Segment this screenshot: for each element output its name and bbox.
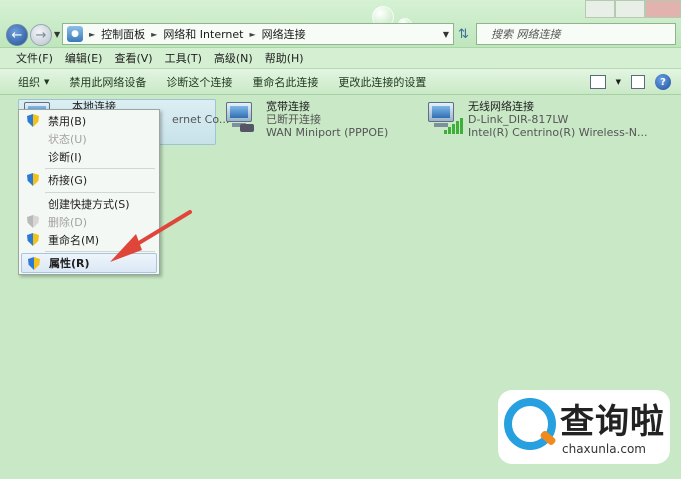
wireless-adapter-icon xyxy=(424,100,463,134)
breadcrumb-network-internet[interactable]: 网络和 Internet xyxy=(163,26,243,42)
uac-shield-icon xyxy=(28,257,40,270)
connection-name: 宽带连接 xyxy=(266,100,310,113)
forward-button[interactable]: → xyxy=(30,24,52,46)
address-row: ← → ▼ ● ► 控制面板 ► 网络和 Internet ► 网络连接 ▼ ⇅… xyxy=(0,0,681,48)
chevron-right-icon[interactable]: ► xyxy=(89,30,95,39)
breadcrumb-control-panel[interactable]: 控制面板 xyxy=(101,26,145,42)
close-window-button[interactable] xyxy=(645,0,681,18)
uac-shield-icon xyxy=(27,233,39,246)
ctx-bridge-label: 桥接(G) xyxy=(48,174,88,187)
menu-separator xyxy=(45,251,155,252)
connection-device: Intel(R) Centrino(R) Wireless-N... xyxy=(468,126,648,139)
command-bar: 组织 ▼ 禁用此网络设备 诊断这个连接 重命名此连接 更改此连接的设置 ▼ ? xyxy=(0,68,681,95)
chevron-down-icon[interactable]: ▼ xyxy=(616,78,621,86)
connection-device: WAN Miniport (PPPOE) xyxy=(266,126,389,139)
menu-view[interactable]: 查看(V) xyxy=(108,50,158,66)
ctx-properties-label: 属性(R) xyxy=(49,257,90,270)
connection-name: 无线网络连接 xyxy=(468,100,534,113)
control-panel-icon: ● xyxy=(67,26,83,42)
connection-status: D-Link_DIR-817LW xyxy=(468,113,569,126)
uac-shield-icon xyxy=(27,173,39,186)
chevron-down-icon: ▼ xyxy=(44,77,50,86)
ctx-rename[interactable]: 重命名(M) xyxy=(21,230,157,250)
ctx-diagnose[interactable]: 诊断(I) xyxy=(21,147,157,167)
ctx-status-label: 状态(U) xyxy=(48,133,87,146)
ctx-properties[interactable]: 属性(R) xyxy=(21,253,157,273)
menu-tools[interactable]: 工具(T) xyxy=(159,50,208,66)
diagnose-connection-button[interactable]: 诊断这个连接 xyxy=(158,74,244,90)
address-dropdown[interactable]: ▼ xyxy=(438,23,454,45)
organize-label: 组织 xyxy=(18,75,40,89)
ctx-disable-label: 禁用(B) xyxy=(48,115,87,128)
ctx-delete-label: 删除(D) xyxy=(48,216,88,229)
organize-button[interactable]: 组织 ▼ xyxy=(10,74,61,90)
ctx-create-shortcut[interactable]: 创建快捷方式(S) xyxy=(21,194,157,214)
arrow-right-icon: → xyxy=(35,27,47,43)
search-logo-icon xyxy=(504,398,556,450)
broadband-adapter-icon xyxy=(222,100,258,134)
uac-shield-icon xyxy=(27,215,39,228)
watermark-brand: 查询啦 xyxy=(560,402,665,442)
uac-shield-icon xyxy=(27,114,39,127)
minimize-button[interactable] xyxy=(585,0,615,18)
change-settings-button[interactable]: 更改此连接的设置 xyxy=(330,74,438,90)
signal-strength-icon xyxy=(444,118,463,134)
menu-bar: 文件(F) 编辑(E) 查看(V) 工具(T) 高级(N) 帮助(H) xyxy=(0,48,681,68)
maximize-button[interactable] xyxy=(615,0,645,18)
ctx-bridge[interactable]: 桥接(G) xyxy=(21,170,157,190)
chevron-right-icon[interactable]: ► xyxy=(250,30,256,39)
menu-file[interactable]: 文件(F) xyxy=(10,50,59,66)
menu-separator xyxy=(45,192,155,193)
back-button[interactable]: ← xyxy=(6,24,28,46)
ctx-create-shortcut-label: 创建快捷方式(S) xyxy=(48,198,130,211)
chevron-right-icon[interactable]: ► xyxy=(151,30,157,39)
help-icon[interactable]: ? xyxy=(655,74,671,90)
refresh-icon[interactable]: ⇅ xyxy=(458,27,469,42)
recent-pages-dropdown[interactable]: ▼ xyxy=(54,30,60,39)
address-field[interactable]: ● ► 控制面板 ► 网络和 Internet ► 网络连接 xyxy=(62,23,454,45)
connection-broadband[interactable]: 宽带连接 已断开连接 WAN Miniport (PPPOE) xyxy=(222,100,388,139)
ctx-delete: 删除(D) xyxy=(21,212,157,232)
connection-device: ernet Co... xyxy=(172,113,230,126)
watermark-domain: chaxunla.com xyxy=(562,442,646,456)
menu-advanced[interactable]: 高级(N) xyxy=(208,50,259,66)
connection-status: 已断开连接 xyxy=(266,113,321,126)
ctx-diagnose-label: 诊断(I) xyxy=(48,151,82,164)
ctx-disable[interactable]: 禁用(B) xyxy=(21,111,157,131)
change-view-icon[interactable] xyxy=(589,75,606,89)
preview-pane-icon[interactable] xyxy=(631,75,645,89)
search-input[interactable]: 搜索 网络连接 xyxy=(476,23,676,45)
menu-help[interactable]: 帮助(H) xyxy=(259,50,310,66)
watermark-logo: 查询啦 chaxunla.com xyxy=(498,390,670,464)
ctx-rename-label: 重命名(M) xyxy=(48,234,100,247)
menu-edit[interactable]: 编辑(E) xyxy=(59,50,109,66)
menu-separator xyxy=(45,168,155,169)
rename-connection-button[interactable]: 重命名此连接 xyxy=(244,74,330,90)
context-menu: 禁用(B) 状态(U) 诊断(I) 桥接(G) 创建快捷方式(S) 删除(D) … xyxy=(18,109,160,275)
disable-device-button[interactable]: 禁用此网络设备 xyxy=(61,74,158,90)
arrow-left-icon: ← xyxy=(11,27,23,43)
connection-wireless[interactable]: 无线网络连接 D-Link_DIR-817LW Intel(R) Centrin… xyxy=(424,100,648,139)
search-placeholder: 搜索 网络连接 xyxy=(491,28,561,41)
ctx-status: 状态(U) xyxy=(21,129,157,149)
breadcrumb-network-connections[interactable]: 网络连接 xyxy=(262,26,306,42)
